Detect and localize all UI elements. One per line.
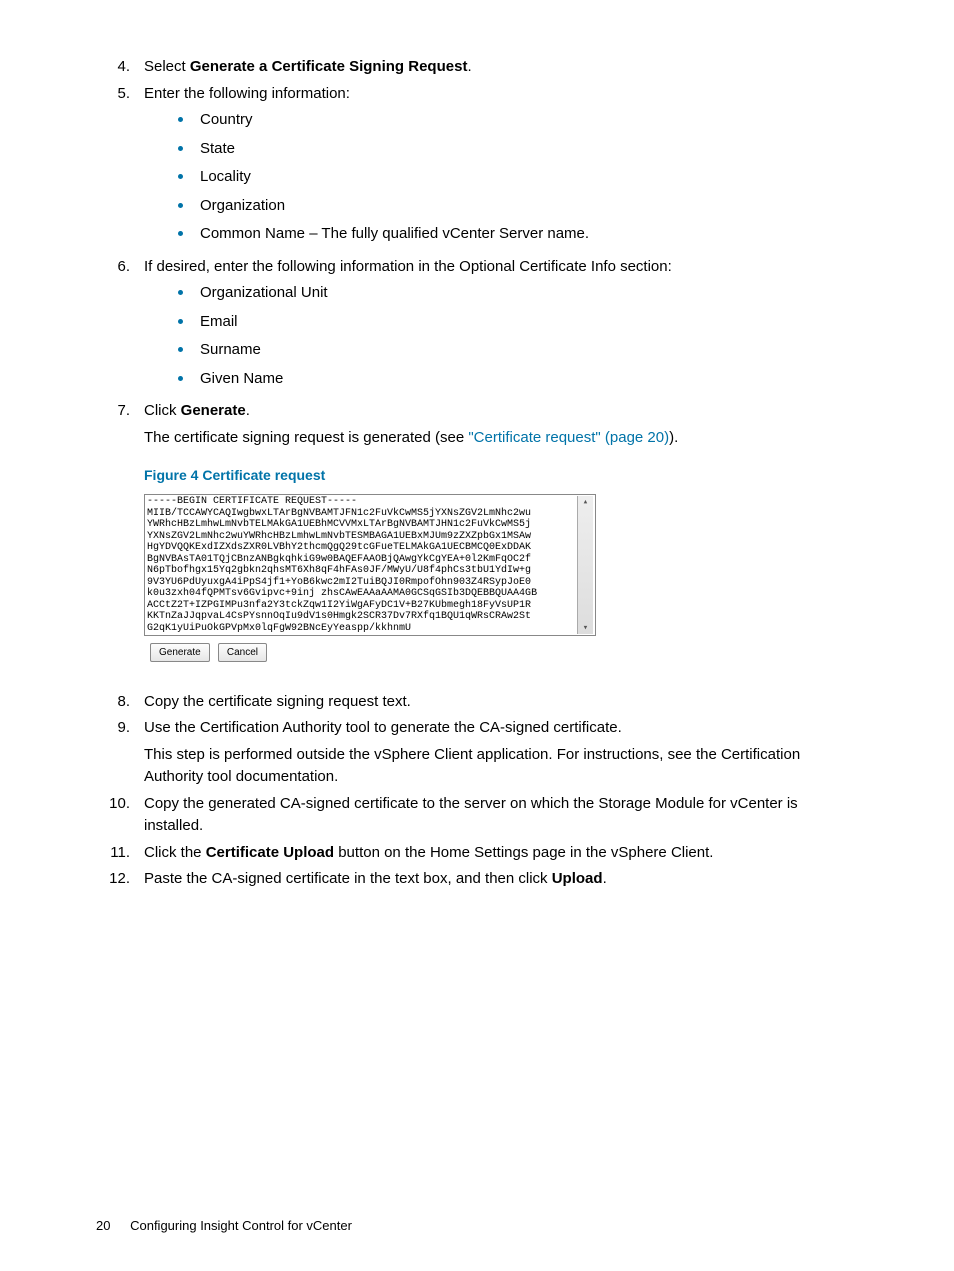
- step-7: 7. Click Generate. The certificate signi…: [96, 400, 858, 667]
- step-number: 5.: [96, 83, 144, 252]
- certificate-textarea[interactable]: -----BEGIN CERTIFICATE REQUEST----- MIIB…: [144, 494, 596, 636]
- step-content: Use the Certification Authority tool to …: [144, 717, 858, 789]
- step-10: 10. Copy the generated CA-signed certifi…: [96, 793, 858, 838]
- certificate-request-figure: -----BEGIN CERTIFICATE REQUEST----- MIIB…: [144, 494, 596, 663]
- step-content: Enter the following information: Country…: [144, 83, 858, 252]
- list-item: State: [172, 138, 858, 161]
- step-number: 9.: [96, 717, 144, 789]
- step-number: 11.: [96, 842, 144, 865]
- footer-title: Configuring Insight Control for vCenter: [130, 1218, 352, 1233]
- list-item: Email: [172, 311, 858, 334]
- certificate-text: -----BEGIN CERTIFICATE REQUEST----- MIIB…: [147, 496, 577, 634]
- scroll-up-icon[interactable]: ▴: [583, 496, 588, 508]
- step-number: 8.: [96, 691, 144, 714]
- step-12: 12. Paste the CA-signed certificate in t…: [96, 868, 858, 891]
- field-list: Country State Locality Organization Comm…: [172, 109, 858, 246]
- step-content: Copy the generated CA-signed certificate…: [144, 793, 858, 838]
- scroll-down-icon[interactable]: ▾: [583, 622, 588, 634]
- step-number: 6.: [96, 256, 144, 397]
- step-number: 7.: [96, 400, 144, 667]
- step-11: 11. Click the Certificate Upload button …: [96, 842, 858, 865]
- field-list: Organizational Unit Email Surname Given …: [172, 282, 858, 390]
- list-item: Given Name: [172, 368, 858, 391]
- step-content: Paste the CA-signed certificate in the t…: [144, 868, 858, 891]
- step-content: Click Generate. The certificate signing …: [144, 400, 858, 667]
- step-5: 5. Enter the following information: Coun…: [96, 83, 858, 252]
- generate-button[interactable]: Generate: [150, 643, 210, 662]
- cross-reference-link[interactable]: "Certificate request" (page 20): [468, 429, 669, 446]
- list-item: Surname: [172, 339, 858, 362]
- step-6: 6. If desired, enter the following infor…: [96, 256, 858, 397]
- step-number: 10.: [96, 793, 144, 838]
- step-content: Select Generate a Certificate Signing Re…: [144, 56, 858, 79]
- step-number: 12.: [96, 868, 144, 891]
- page-number: 20: [96, 1218, 110, 1233]
- cancel-button[interactable]: Cancel: [218, 643, 267, 662]
- step-content: If desired, enter the following informat…: [144, 256, 858, 397]
- step-content: Click the Certificate Upload button on t…: [144, 842, 858, 865]
- step-content: Copy the certificate signing request tex…: [144, 691, 858, 714]
- list-item: Organizational Unit: [172, 282, 858, 305]
- scrollbar[interactable]: ▴ ▾: [577, 496, 593, 634]
- step-number: 4.: [96, 56, 144, 79]
- instruction-list: 4. Select Generate a Certificate Signing…: [96, 56, 858, 891]
- step-9: 9. Use the Certification Authority tool …: [96, 717, 858, 789]
- list-item: Common Name – The fully qualified vCente…: [172, 223, 858, 246]
- list-item: Locality: [172, 166, 858, 189]
- step-8: 8. Copy the certificate signing request …: [96, 691, 858, 714]
- list-item: Country: [172, 109, 858, 132]
- list-item: Organization: [172, 195, 858, 218]
- page-footer: 20 Configuring Insight Control for vCent…: [96, 1216, 352, 1236]
- figure-caption: Figure 4 Certificate request: [144, 465, 858, 486]
- step-4: 4. Select Generate a Certificate Signing…: [96, 56, 858, 79]
